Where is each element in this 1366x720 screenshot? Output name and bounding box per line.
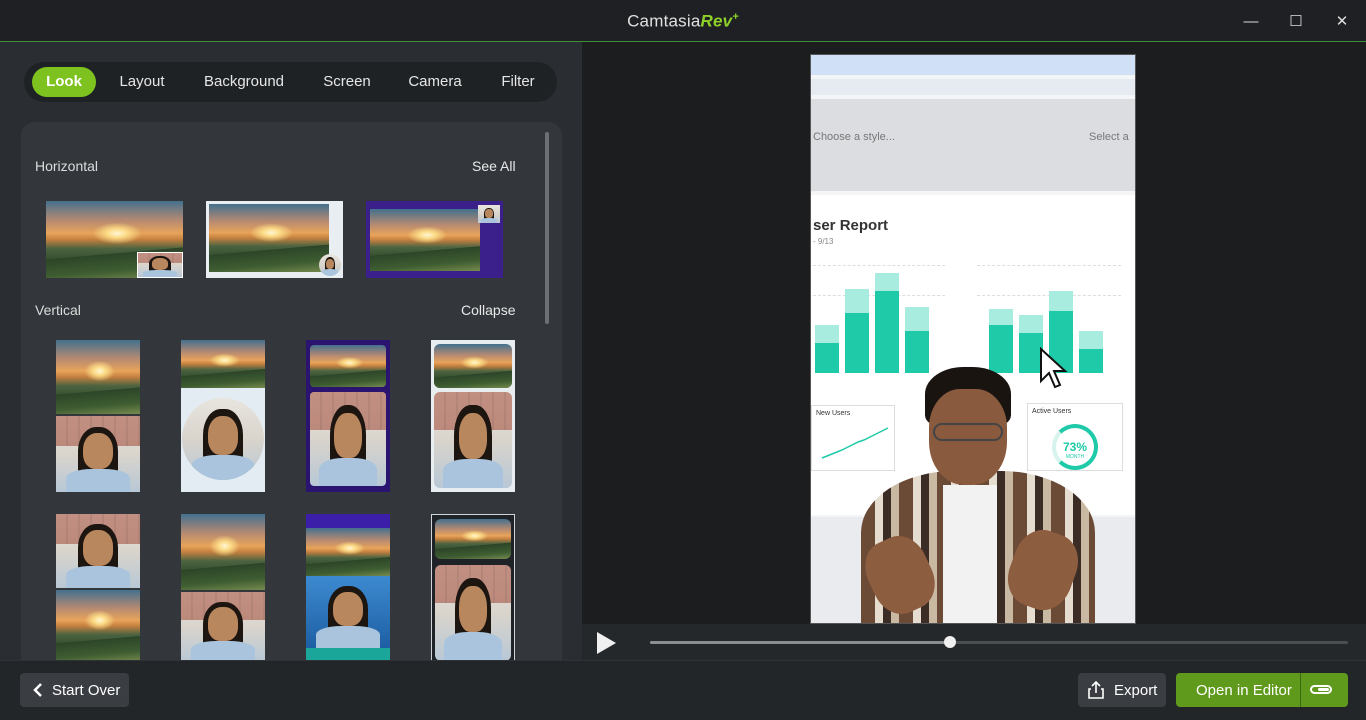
chart-bar — [845, 289, 869, 313]
see-all-link[interactable]: See All — [472, 158, 516, 174]
tab-camera[interactable]: Camera — [400, 67, 470, 97]
app-title-accent: Rev — [700, 11, 733, 31]
chart-bar — [845, 313, 869, 373]
style-thumbnail[interactable] — [306, 340, 390, 492]
chart-bar — [1019, 315, 1043, 333]
preview-pane: Choose a style... Select a ser Report - … — [582, 42, 1366, 660]
app-title: CamtasiaRev+ — [0, 11, 1366, 32]
export-label: Export — [1114, 681, 1158, 699]
presenter-camera — [833, 367, 1123, 623]
maximize-icon[interactable]: ☐ — [1281, 8, 1311, 34]
playback-bar — [582, 624, 1366, 660]
section-label-vertical: Vertical — [35, 302, 81, 318]
preview-choose-style: Choose a style... — [813, 131, 895, 143]
gridline — [977, 265, 1121, 266]
style-thumbnail[interactable] — [366, 201, 503, 278]
style-panel: Look Layout Background Screen Camera Fil… — [0, 42, 582, 662]
style-thumbnail[interactable] — [46, 201, 183, 278]
tab-background[interactable]: Background — [194, 67, 294, 97]
style-tabs: Look Layout Background Screen Camera Fil… — [24, 62, 557, 102]
preview-toolbar — [811, 79, 1135, 95]
playhead-handle[interactable] — [944, 636, 957, 648]
camtasia-rev-window: CamtasiaRev+ — ☐ ✕ Look Layout Backgroun… — [0, 0, 1366, 720]
gallery-scrollbar[interactable] — [545, 132, 549, 324]
preview-select: Select a — [1089, 131, 1129, 143]
timeline-scrubber[interactable] — [650, 636, 1348, 648]
start-over-label: Start Over — [52, 681, 121, 699]
chart-bar — [1079, 331, 1103, 349]
style-thumbnail[interactable] — [56, 514, 140, 662]
chart-bar — [989, 325, 1013, 373]
chart-bar — [1049, 291, 1073, 311]
chart-bar — [875, 291, 899, 373]
minimize-icon[interactable]: — — [1236, 8, 1266, 34]
title-bar: CamtasiaRev+ — ☐ ✕ — [0, 0, 1366, 42]
start-over-button[interactable]: Start Over — [20, 673, 129, 707]
tab-look[interactable]: Look — [32, 67, 96, 97]
chart-bar — [815, 325, 839, 343]
style-thumbnail[interactable] — [306, 514, 390, 662]
style-thumbnail[interactable] — [431, 340, 515, 492]
style-thumbnail[interactable] — [206, 201, 343, 278]
style-thumbnail[interactable] — [181, 340, 265, 492]
report-title: ser Report — [813, 217, 889, 234]
collapse-link[interactable]: Collapse — [461, 302, 515, 318]
close-icon[interactable]: ✕ — [1327, 8, 1357, 34]
style-thumbnail[interactable] — [431, 514, 515, 662]
open-in-editor-button[interactable]: Open in Editor — [1176, 673, 1348, 707]
app-title-mark: + — [732, 11, 739, 23]
section-label-horizontal: Horizontal — [35, 158, 99, 174]
chevron-left-icon — [33, 683, 42, 697]
chart-bar — [905, 307, 929, 331]
export-button[interactable]: Export — [1078, 673, 1166, 707]
gridline — [813, 265, 945, 266]
button-divider — [1300, 673, 1301, 707]
preview-style-header — [811, 99, 1135, 191]
tab-screen[interactable]: Screen — [314, 67, 380, 97]
style-gallery: Horizontal See All Vertical Collapse — [21, 122, 562, 662]
preview-browser-bar — [811, 55, 1135, 75]
share-export-icon — [1088, 681, 1104, 699]
toggle-icon[interactable] — [1310, 685, 1332, 694]
play-icon[interactable] — [594, 631, 618, 655]
mouse-cursor-icon — [1040, 347, 1068, 389]
video-preview: Choose a style... Select a ser Report - … — [810, 54, 1136, 624]
tab-layout[interactable]: Layout — [108, 67, 176, 97]
app-title-main: Camtasia — [627, 11, 701, 31]
style-thumbnail[interactable] — [56, 340, 140, 492]
tab-filter[interactable]: Filter — [490, 67, 546, 97]
style-thumbnail[interactable] — [181, 514, 265, 662]
timeline-progress — [650, 641, 951, 644]
chart-bar — [875, 273, 899, 291]
report-dates: - 9/13 — [813, 237, 834, 246]
chart-bar — [989, 309, 1013, 325]
bottom-bar: Start Over Export Open in Editor — [0, 660, 1366, 720]
open-in-editor-label: Open in Editor — [1196, 681, 1292, 699]
